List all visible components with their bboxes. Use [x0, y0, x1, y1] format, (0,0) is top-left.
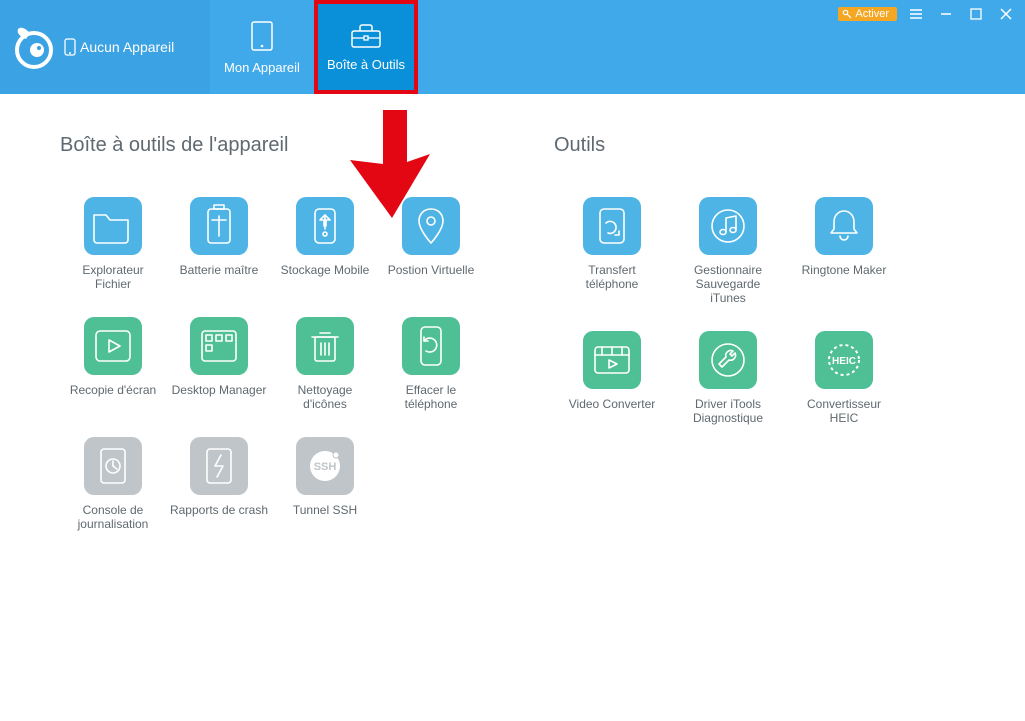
menu-icon [909, 8, 923, 20]
activate-label: Activer [855, 8, 889, 20]
tool-label: Explorateur Fichier [63, 263, 163, 291]
tool-ringtone-maker[interactable]: Ringtone Maker [786, 197, 902, 305]
tools-grid: Transfert téléphone Gestionnaire Sauvegar… [554, 197, 902, 425]
header-tabs: Mon Appareil Boîte à Outils [210, 0, 418, 94]
device-tools-title: Boîte à outils de l'appareil [60, 134, 484, 157]
folder-icon [84, 197, 142, 255]
tool-label: Console de journalisation [63, 503, 163, 531]
device-status: Aucun Appareil [64, 38, 174, 56]
itunes-icon [699, 197, 757, 255]
maximize-button[interactable] [965, 4, 987, 24]
tool-battery-master[interactable]: Batterie maître [166, 197, 272, 291]
app-logo-icon [10, 23, 58, 71]
tool-label: Desktop Manager [172, 383, 267, 397]
tab-toolbox-label: Boîte à Outils [327, 57, 405, 72]
tools-section: Outils Transfert téléphone Gestionnaire S… [554, 134, 902, 531]
tool-driver-diagnostic[interactable]: Driver iTools Diagnostique [670, 331, 786, 425]
tool-itunes-backup[interactable]: Gestionnaire Sauvegarde iTunes [670, 197, 786, 305]
device-tools-section: Boîte à outils de l'appareil Explorateur… [60, 134, 484, 531]
key-icon [842, 9, 852, 19]
tool-label: Driver iTools Diagnostique [678, 397, 778, 425]
crash-icon [190, 437, 248, 495]
tool-file-explorer[interactable]: Explorateur Fichier [60, 197, 166, 291]
svg-text:SSH: SSH [314, 461, 337, 473]
tool-label: Batterie maître [180, 263, 259, 277]
tool-label: Tunnel SSH [293, 503, 357, 517]
bell-icon [815, 197, 873, 255]
tool-video-converter[interactable]: Video Converter [554, 331, 670, 425]
tool-screen-mirror[interactable]: Recopie d'écran [60, 317, 166, 411]
tool-label: Video Converter [569, 397, 656, 411]
menu-button[interactable] [905, 4, 927, 24]
video-icon [583, 331, 641, 389]
tool-label: Recopie d'écran [70, 383, 156, 397]
close-icon [1000, 8, 1012, 20]
tool-label: Transfert téléphone [562, 263, 662, 291]
transfer-icon [583, 197, 641, 255]
log-icon [84, 437, 142, 495]
activate-button[interactable]: Activer [838, 7, 897, 21]
tool-icon-cleanup[interactable]: Nettoyage d'icônes [272, 317, 378, 411]
play-icon [84, 317, 142, 375]
tools-title: Outils [554, 134, 902, 157]
svg-text:HEIC: HEIC [832, 356, 856, 367]
tool-desktop-manager[interactable]: Desktop Manager [166, 317, 272, 411]
tool-label: Stockage Mobile [281, 263, 370, 277]
tool-label: Nettoyage d'icônes [275, 383, 375, 411]
tool-label: Gestionnaire Sauvegarde iTunes [678, 263, 778, 305]
close-button[interactable] [995, 4, 1017, 24]
wrench-icon [699, 331, 757, 389]
minimize-icon [940, 8, 952, 20]
device-status-label: Aucun Appareil [80, 39, 174, 55]
tool-heic-converter[interactable]: HEIC Convertisseur HEIC [786, 331, 902, 425]
logo-area: Aucun Appareil [0, 0, 210, 94]
apps-icon [190, 317, 248, 375]
tablet-icon [248, 20, 276, 52]
tool-phone-transfer[interactable]: Transfert téléphone [554, 197, 670, 305]
heic-icon: HEIC [815, 331, 873, 389]
ssh-icon: SSH [296, 437, 354, 495]
tool-mobile-storage[interactable]: Stockage Mobile [272, 197, 378, 291]
tool-label: Rapports de crash [170, 503, 268, 517]
tool-ssh-tunnel[interactable]: SSH Tunnel SSH [272, 437, 378, 531]
tab-my-device-label: Mon Appareil [224, 60, 300, 75]
location-icon [402, 197, 460, 255]
tool-label: Effacer le téléphone [381, 383, 481, 411]
usb-icon [296, 197, 354, 255]
tool-crash-reports[interactable]: Rapports de crash [166, 437, 272, 531]
tab-toolbox[interactable]: Boîte à Outils [314, 0, 418, 94]
minimize-button[interactable] [935, 4, 957, 24]
battery-icon [190, 197, 248, 255]
tool-erase-phone[interactable]: Effacer le téléphone [378, 317, 484, 411]
phone-icon [64, 38, 76, 56]
app-header: Aucun Appareil Mon Appareil Boîte à Outi… [0, 0, 1025, 94]
tab-my-device[interactable]: Mon Appareil [210, 0, 314, 94]
main-content: Boîte à outils de l'appareil Explorateur… [0, 94, 1025, 531]
maximize-icon [970, 8, 982, 20]
erase-icon [402, 317, 460, 375]
tool-label: Postion Virtuelle [388, 263, 475, 277]
tool-label: Ringtone Maker [802, 263, 887, 277]
device-tools-grid: Explorateur Fichier Batterie maître Stocka… [60, 197, 484, 531]
window-controls: Activer [838, 4, 1017, 24]
trash-icon [296, 317, 354, 375]
tool-log-console[interactable]: Console de journalisation [60, 437, 166, 531]
tool-virtual-position[interactable]: Postion Virtuelle [378, 197, 484, 291]
tool-label: Convertisseur HEIC [794, 397, 894, 425]
toolbox-icon [350, 23, 382, 49]
